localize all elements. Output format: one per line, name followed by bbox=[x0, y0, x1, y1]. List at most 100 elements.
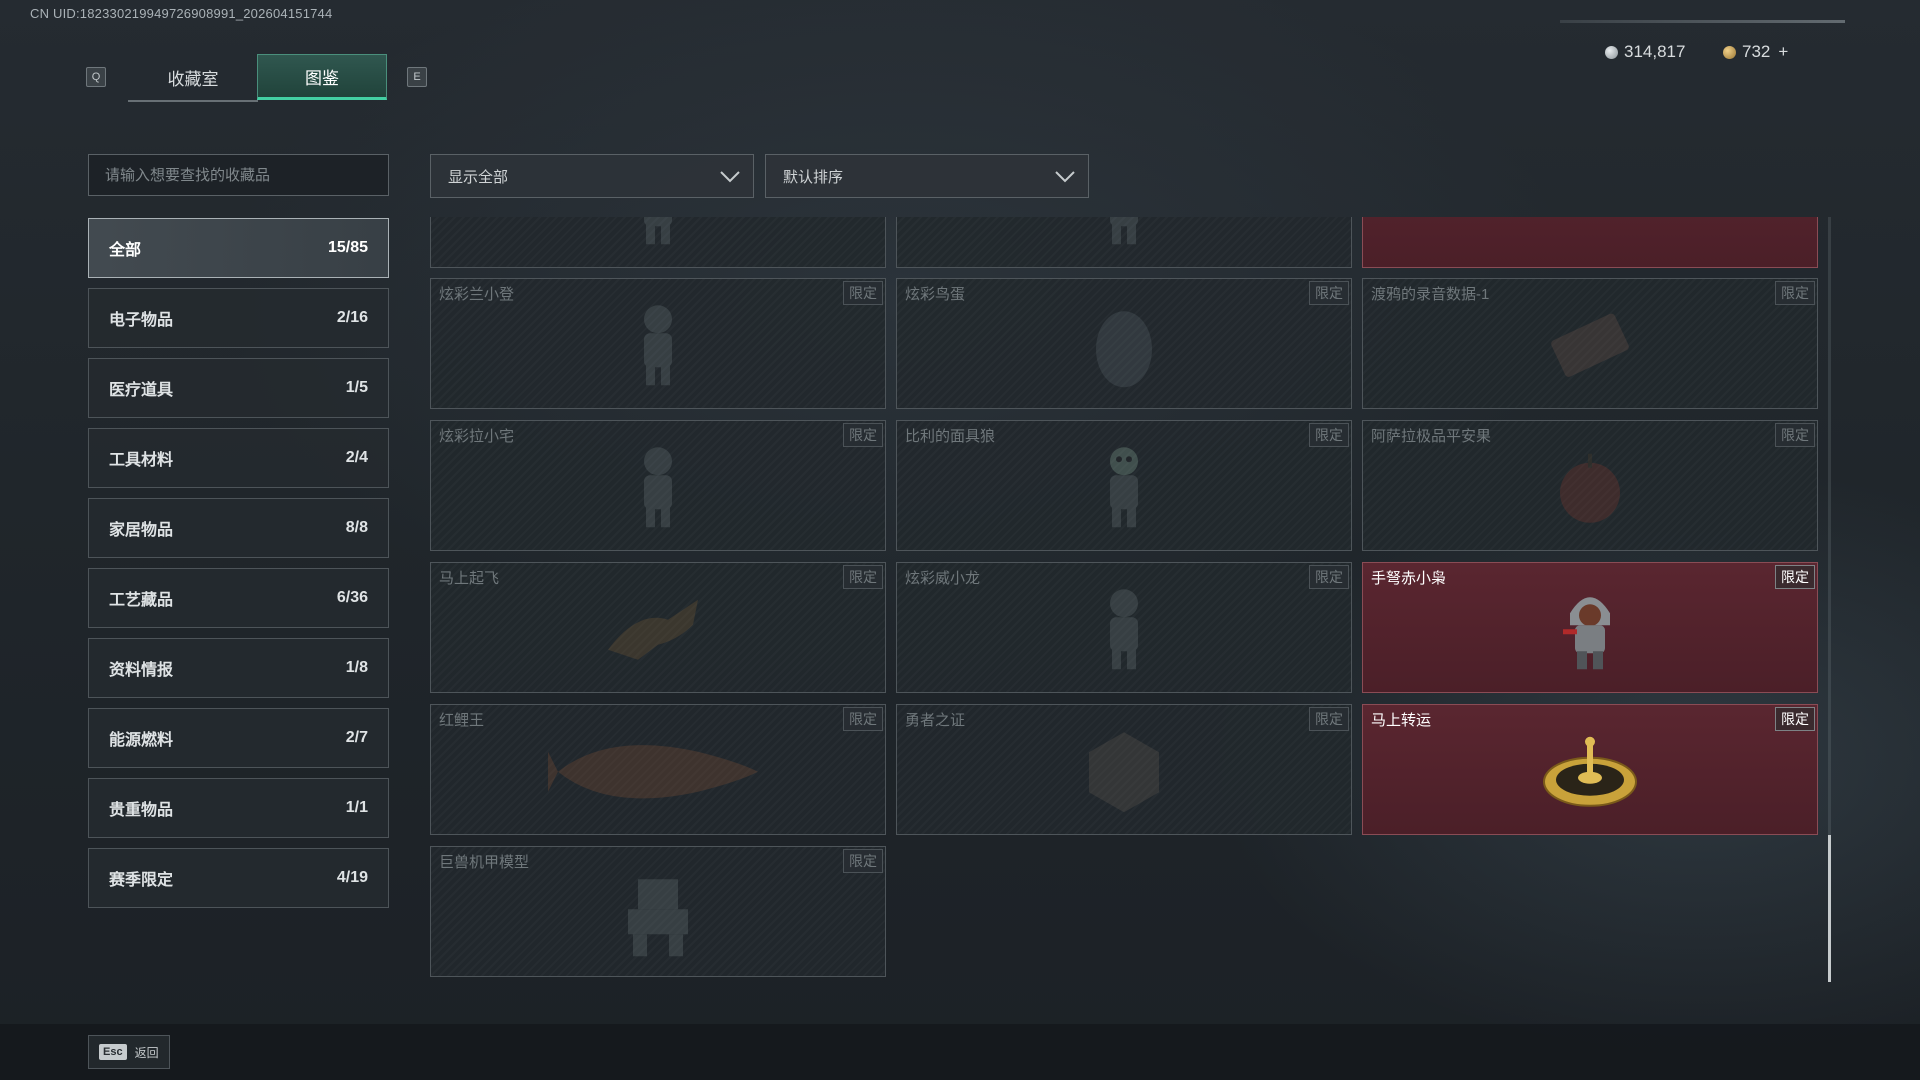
silver-coin-icon bbox=[1605, 45, 1618, 59]
category-name: 能源燃料 bbox=[109, 732, 174, 749]
category-name: 家居物品 bbox=[109, 522, 174, 539]
egg-icon bbox=[1089, 301, 1159, 396]
horse-icon bbox=[598, 589, 718, 674]
item-name: 手弩赤小枭 bbox=[1371, 570, 1447, 587]
hud-indicator-line bbox=[1560, 20, 1845, 23]
item-name: 炫彩威小龙 bbox=[905, 570, 981, 587]
grid-scroll-thumb[interactable] bbox=[1828, 835, 1831, 982]
item-name: 马上转运 bbox=[1371, 712, 1432, 729]
limited-badge: 限定 bbox=[1775, 423, 1815, 447]
tab-next-key[interactable]: E bbox=[407, 67, 427, 87]
bottom-bar bbox=[0, 1024, 1920, 1080]
collection-item-card[interactable]: 勇者之证 限定 bbox=[896, 704, 1352, 835]
limited-badge: 限定 bbox=[1775, 281, 1815, 305]
limited-badge: 限定 bbox=[1309, 565, 1349, 589]
category-count: 1/8 bbox=[345, 659, 368, 676]
item-name: 阿萨拉极品平安果 bbox=[1371, 428, 1492, 445]
shell-icon bbox=[1550, 217, 1630, 227]
collection-item-card[interactable]: 炫彩鸟蛋 限定 bbox=[896, 278, 1352, 409]
apple-icon bbox=[1550, 447, 1630, 532]
item-name: 马上起飞 bbox=[439, 570, 500, 587]
limited-badge: 限定 bbox=[1309, 707, 1349, 731]
category-item[interactable]: 工艺藏品 6/36 bbox=[88, 568, 389, 628]
category-item[interactable]: 能源燃料 2/7 bbox=[88, 708, 389, 768]
add-currency-button[interactable]: + bbox=[1778, 42, 1788, 62]
figure-icon bbox=[628, 301, 688, 396]
gold-wheel-icon bbox=[1540, 731, 1640, 816]
category-name: 资料情报 bbox=[109, 662, 174, 679]
collection-item-card[interactable] bbox=[896, 217, 1352, 268]
collection-item-card[interactable]: 手弩赤小枭 限定 bbox=[1362, 562, 1818, 693]
collection-item-card[interactable]: 炫彩兰小登 限定 bbox=[430, 278, 886, 409]
limited-badge: 限定 bbox=[843, 849, 883, 873]
mech-icon bbox=[613, 869, 703, 964]
collection-item-card[interactable]: 红鲤王 限定 bbox=[430, 704, 886, 835]
silver-amount: 314,817 bbox=[1624, 42, 1686, 61]
figure-icon bbox=[1094, 585, 1154, 680]
category-count: 2/4 bbox=[345, 449, 368, 466]
category-item[interactable]: 资料情报 1/8 bbox=[88, 638, 389, 698]
item-name: 炫彩鸟蛋 bbox=[905, 286, 966, 303]
gold-amount: 732 bbox=[1742, 42, 1771, 61]
collection-item-card[interactable]: 比利的面具狼 限定 bbox=[896, 420, 1352, 551]
sort-value: 默认排序 bbox=[783, 168, 844, 186]
tab-collection-room[interactable]: 收藏室 bbox=[128, 54, 258, 102]
limited-badge: 限定 bbox=[1775, 565, 1815, 589]
sort-dropdown[interactable]: 默认排序 bbox=[765, 154, 1089, 198]
tab-prev-key[interactable]: Q bbox=[86, 67, 106, 87]
item-name: 巨兽机甲模型 bbox=[439, 854, 530, 871]
collection-item-card[interactable]: 阿萨拉极品平安果 限定 bbox=[1362, 420, 1818, 551]
collection-grid: 炫彩兰小登 限定 炫彩鸟蛋 限定 渡鸦的录音数据-1 限定 炫彩拉小宅 限定 比利的面具狼 限定阿… bbox=[430, 217, 1830, 983]
category-item[interactable]: 家居物品 8/8 bbox=[88, 498, 389, 558]
limited-badge: 限定 bbox=[843, 707, 883, 731]
collection-search-input[interactable] bbox=[88, 154, 389, 196]
fish-icon bbox=[548, 731, 768, 816]
category-item[interactable]: 全部 15/85 bbox=[88, 218, 389, 278]
category-name: 电子物品 bbox=[109, 312, 174, 329]
category-count: 4/19 bbox=[336, 869, 368, 886]
category-name: 工艺藏品 bbox=[109, 592, 174, 609]
item-name: 比利的面具狼 bbox=[905, 428, 996, 445]
collection-item-card[interactable] bbox=[1362, 217, 1818, 268]
category-count: 8/8 bbox=[345, 519, 368, 536]
gold-coin-icon bbox=[1723, 45, 1736, 59]
hooded-figure-icon bbox=[1555, 585, 1625, 680]
mask-figure-icon bbox=[1094, 443, 1154, 538]
category-count: 6/36 bbox=[336, 589, 368, 606]
category-name: 贵重物品 bbox=[109, 802, 174, 819]
back-label: 返回 bbox=[134, 1045, 159, 1060]
category-item[interactable]: 贵重物品 1/1 bbox=[88, 778, 389, 838]
drive-icon bbox=[1545, 310, 1635, 385]
show-filter-dropdown[interactable]: 显示全部 bbox=[430, 154, 754, 198]
collection-item-card[interactable]: 马上转运 限定 bbox=[1362, 704, 1818, 835]
limited-badge: 限定 bbox=[843, 281, 883, 305]
limited-badge: 限定 bbox=[1309, 281, 1349, 305]
limited-badge: 限定 bbox=[843, 423, 883, 447]
figure-icon bbox=[628, 217, 688, 255]
category-name: 全部 bbox=[109, 242, 142, 259]
item-name: 渡鸦的录音数据-1 bbox=[1371, 286, 1490, 303]
category-item[interactable]: 医疗道具 1/5 bbox=[88, 358, 389, 418]
collection-item-card[interactable] bbox=[430, 217, 886, 268]
show-filter-value: 显示全部 bbox=[448, 168, 509, 186]
item-name: 炫彩拉小宅 bbox=[439, 428, 515, 445]
category-item[interactable]: 电子物品 2/16 bbox=[88, 288, 389, 348]
limited-badge: 限定 bbox=[1309, 423, 1349, 447]
collection-item-card[interactable]: 马上起飞 限定 bbox=[430, 562, 886, 693]
category-count: 15/85 bbox=[327, 239, 368, 256]
collection-item-card[interactable]: 炫彩威小龙 限定 bbox=[896, 562, 1352, 693]
gold-currency: 732 + bbox=[1723, 42, 1788, 62]
category-item[interactable]: 工具材料 2/4 bbox=[88, 428, 389, 488]
category-count: 1/5 bbox=[345, 379, 368, 396]
silver-currency: 314,817 bbox=[1605, 42, 1685, 62]
collection-item-card[interactable]: 炫彩拉小宅 限定 bbox=[430, 420, 886, 551]
category-count: 2/16 bbox=[336, 309, 368, 326]
limited-badge: 限定 bbox=[843, 565, 883, 589]
tab-codex[interactable]: 图鉴 bbox=[257, 54, 387, 100]
collection-item-card[interactable]: 渡鸦的录音数据-1 限定 bbox=[1362, 278, 1818, 409]
back-button[interactable]: Esc 返回 bbox=[88, 1035, 170, 1069]
category-name: 医疗道具 bbox=[109, 382, 174, 399]
category-item[interactable]: 赛季限定 4/19 bbox=[88, 848, 389, 908]
collection-item-card[interactable]: 巨兽机甲模型 限定 bbox=[430, 846, 886, 977]
limited-badge: 限定 bbox=[1775, 707, 1815, 731]
